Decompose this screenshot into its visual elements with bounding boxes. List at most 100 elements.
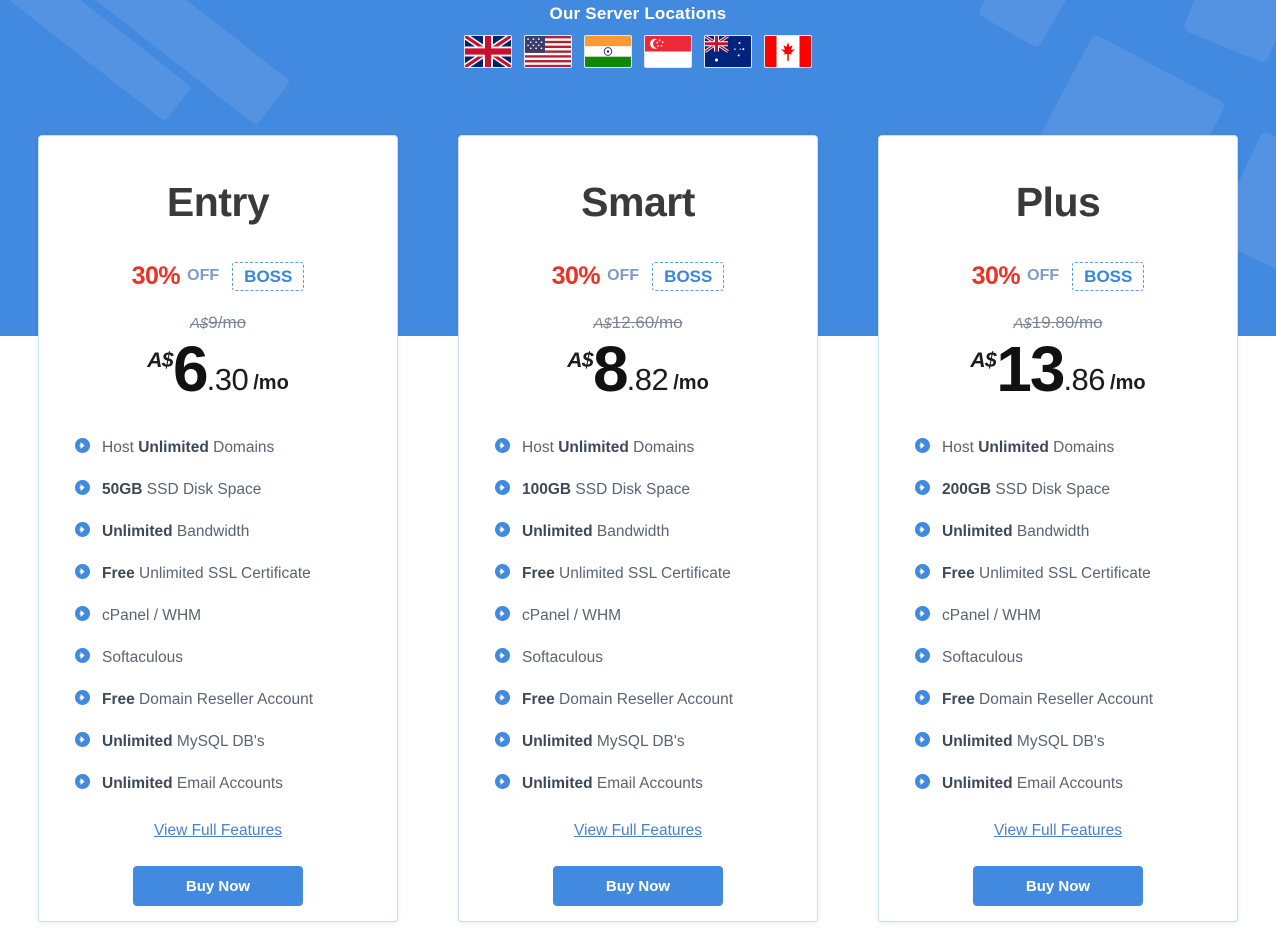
feature-item: Free Unlimited SSL Certificate — [495, 553, 791, 595]
arrow-circle-icon — [915, 480, 930, 500]
feature-text-pre: Host — [522, 439, 559, 456]
feature-label: 50GB SSD Disk Space — [102, 481, 261, 499]
buy-now-button[interactable]: Buy Now — [973, 866, 1143, 906]
feature-item: Free Domain Reseller Account — [75, 679, 371, 721]
feature-text-highlight: Unlimited — [522, 523, 593, 540]
feature-text-highlight: 50GB — [102, 481, 143, 498]
coupon-code-badge[interactable]: BOSS — [652, 261, 725, 291]
arrow-circle-icon — [915, 522, 930, 542]
feature-text-post: Domains — [628, 439, 695, 456]
flag-india — [584, 35, 632, 68]
arrow-circle-icon — [915, 606, 930, 626]
old-price-suffix: /mo — [217, 313, 247, 332]
arrow-circle-icon — [495, 564, 510, 584]
pricing-card-entry: Entry 30% OFF BOSS A$9/mo A$ 6 .30 /mo H… — [38, 135, 398, 922]
old-price-currency: A$ — [189, 315, 209, 332]
price-currency: A$ — [567, 349, 594, 372]
discount-percent: 30% — [131, 261, 181, 290]
feature-text-highlight: Unlimited — [558, 439, 629, 456]
arrow-circle-icon — [915, 564, 930, 584]
feature-item: cPanel / WHM — [495, 595, 791, 637]
feature-text-pre: cPanel / WHM — [942, 607, 1042, 624]
discount-percent: 30% — [971, 261, 1021, 290]
old-price: A$12.60/mo — [485, 313, 791, 333]
feature-label: 100GB SSD Disk Space — [522, 481, 690, 499]
view-full-features-link[interactable]: View Full Features — [905, 822, 1211, 840]
feature-label: Softaculous — [522, 649, 603, 667]
feature-label: Unlimited MySQL DB's — [102, 733, 265, 751]
feature-item: Unlimited MySQL DB's — [75, 721, 371, 763]
feature-text-highlight: Unlimited — [102, 733, 173, 750]
arrow-circle-icon — [915, 732, 930, 752]
feature-label: Unlimited Email Accounts — [522, 775, 703, 793]
coupon-code-badge[interactable]: BOSS — [232, 261, 305, 291]
price-whole: 13 — [996, 332, 1065, 405]
feature-text-highlight: 200GB — [942, 481, 992, 498]
feature-item: 100GB SSD Disk Space — [495, 469, 791, 511]
feature-text-post: Domain Reseller Account — [134, 691, 314, 708]
buy-now-button[interactable]: Buy Now — [133, 866, 303, 906]
buy-now-button[interactable]: Buy Now — [553, 866, 723, 906]
feature-text-pre: cPanel / WHM — [102, 607, 202, 624]
arrow-circle-icon — [75, 774, 90, 794]
current-price: A$ 8 .82 /mo — [485, 332, 791, 405]
price-whole: 8 — [593, 332, 629, 405]
feature-text-post: Domain Reseller Account — [974, 691, 1154, 708]
arrow-circle-icon — [495, 606, 510, 626]
feature-text-post: Email Accounts — [1012, 775, 1123, 792]
feature-item: Free Unlimited SSL Certificate — [75, 553, 371, 595]
discount-percent: 30% — [551, 261, 601, 290]
plan-title: Plus — [1015, 179, 1101, 225]
arrow-circle-icon — [75, 606, 90, 626]
feature-item: Host Unlimited Domains — [495, 427, 791, 469]
arrow-circle-icon — [495, 774, 510, 794]
discount-off-label: OFF — [187, 267, 220, 284]
feature-item: Unlimited MySQL DB's — [495, 721, 791, 763]
feature-item: Host Unlimited Domains — [75, 427, 371, 469]
feature-text-highlight: Free — [102, 691, 135, 708]
current-price: A$ 6 .30 /mo — [65, 335, 371, 401]
arrow-circle-icon — [75, 564, 90, 584]
hero-title: Our Server Locations — [549, 4, 727, 23]
feature-label: Free Domain Reseller Account — [942, 691, 1153, 709]
feature-label: Free Unlimited SSL Certificate — [522, 565, 731, 583]
server-locations-flags — [0, 35, 1276, 68]
feature-text-highlight: Free — [942, 691, 975, 708]
arrow-circle-icon — [495, 690, 510, 710]
feature-item: Unlimited Bandwidth — [75, 511, 371, 553]
flag-singapore — [644, 35, 692, 68]
feature-label: Unlimited Email Accounts — [942, 775, 1123, 793]
feature-text-post: SSD Disk Space — [571, 481, 691, 498]
feature-text-highlight: Unlimited — [102, 523, 173, 540]
price-cents: .86 — [1063, 362, 1106, 397]
discount-off-label: OFF — [1027, 267, 1060, 284]
feature-text-post: Unlimited SSL Certificate — [554, 565, 731, 582]
feature-text-pre: cPanel / WHM — [522, 607, 622, 624]
discount-row: 30% OFF BOSS — [905, 260, 1211, 292]
arrow-circle-icon — [495, 732, 510, 752]
feature-text-post: SSD Disk Space — [991, 481, 1111, 498]
price-currency: A$ — [970, 349, 997, 372]
feature-label: Free Domain Reseller Account — [522, 691, 733, 709]
feature-item: Softaculous — [75, 637, 371, 679]
feature-text-highlight: Unlimited — [942, 523, 1013, 540]
current-price: A$ 13 .86 /mo — [905, 332, 1211, 405]
arrow-circle-icon — [75, 522, 90, 542]
feature-text-post: Bandwidth — [592, 523, 670, 540]
flag-australia — [704, 35, 752, 68]
feature-label: cPanel / WHM — [942, 607, 1041, 625]
feature-label: Softaculous — [942, 649, 1023, 667]
feature-text-highlight: Unlimited — [522, 733, 593, 750]
arrow-circle-icon — [75, 648, 90, 668]
view-full-features-link[interactable]: View Full Features — [65, 822, 371, 840]
plan-title: Entry — [166, 179, 270, 225]
feature-text-post: Unlimited SSL Certificate — [974, 565, 1151, 582]
coupon-code-badge[interactable]: BOSS — [1072, 261, 1145, 291]
view-full-features-link[interactable]: View Full Features — [485, 822, 791, 840]
feature-label: Host Unlimited Domains — [942, 439, 1114, 457]
price-currency: A$ — [147, 349, 174, 372]
feature-item: Unlimited Email Accounts — [495, 763, 791, 805]
old-price-amount: 12.60 — [611, 313, 655, 332]
feature-text-post: Bandwidth — [172, 523, 250, 540]
feature-label: Host Unlimited Domains — [102, 439, 274, 457]
